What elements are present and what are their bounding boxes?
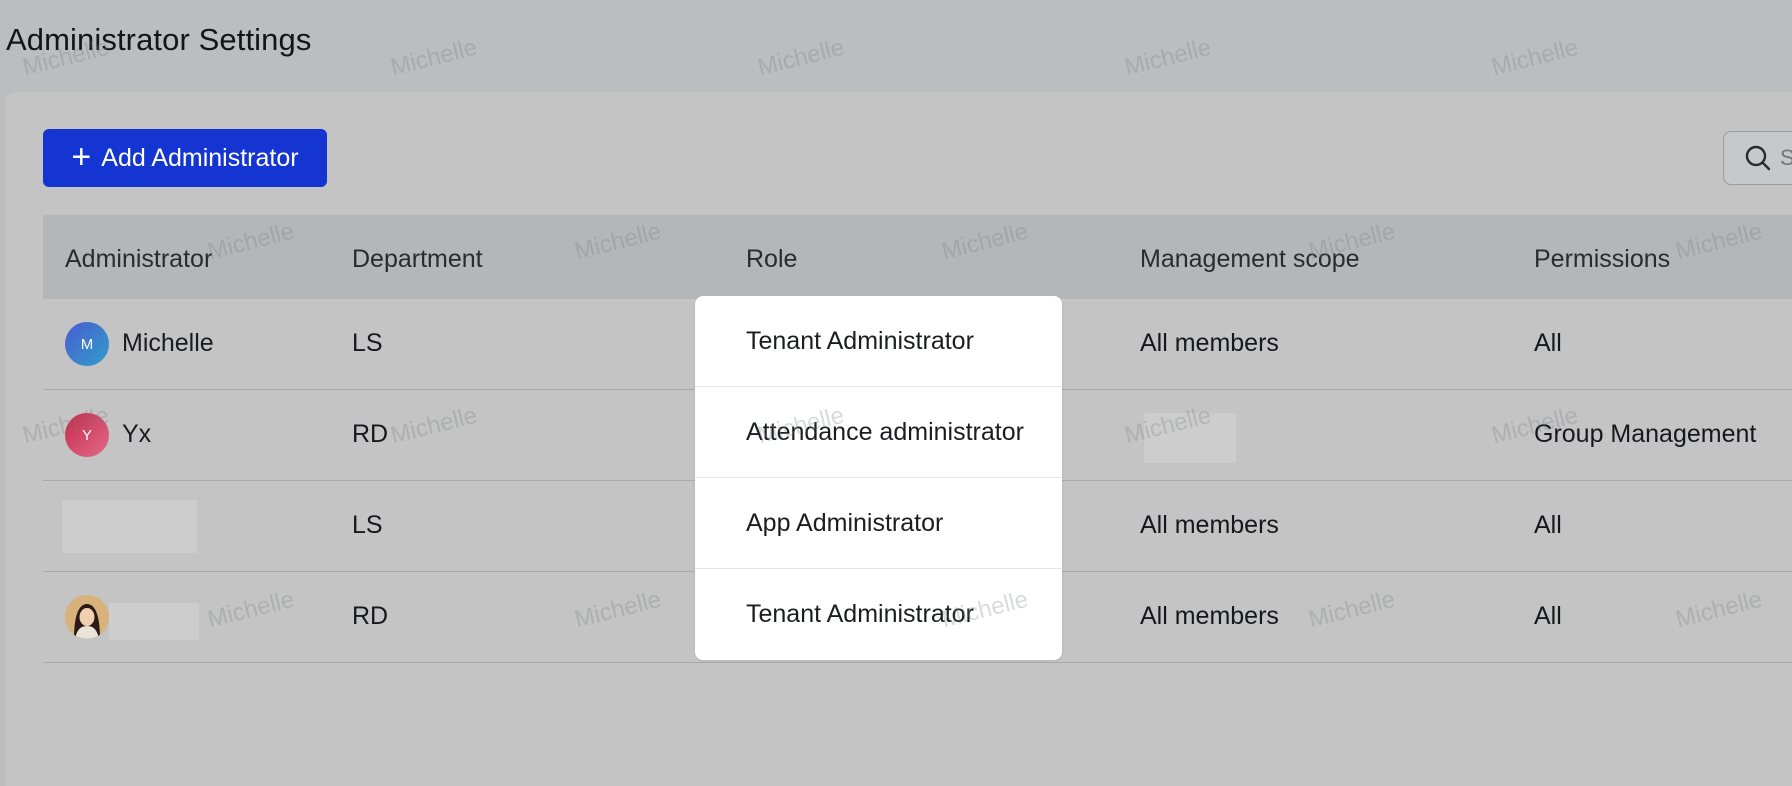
role-label: Attendance administrator [746, 418, 1024, 446]
department-cell: LS [352, 511, 383, 539]
add-administrator-label: Add Administrator [101, 143, 299, 172]
plus-icon: + [71, 137, 92, 176]
role-column-highlight: Tenant Administrator Attendance administ… [695, 296, 1062, 660]
role-cell[interactable]: App Administrator [695, 478, 1062, 569]
redacted-administrator [62, 500, 197, 553]
permissions-cell: All [1534, 602, 1562, 630]
role-cell[interactable]: Tenant Administrator [695, 569, 1062, 659]
column-header-permissions[interactable]: Permissions [1534, 245, 1670, 274]
admin-name: Michelle [122, 329, 214, 357]
column-header-role[interactable]: Role [746, 245, 797, 274]
search-input[interactable] [1778, 144, 1792, 172]
watermark: Michelle [754, 33, 847, 82]
redacted-scope [1144, 413, 1236, 463]
role-label: Tenant Administrator [746, 600, 974, 628]
role-label: Tenant Administrator [746, 327, 974, 355]
user-photo-icon [65, 595, 109, 639]
admin-settings-page: Administrator Settings + Add Administrat… [0, 0, 1792, 786]
permissions-cell: All [1534, 511, 1562, 539]
column-header-management-scope[interactable]: Management scope [1140, 245, 1360, 274]
avatar [65, 595, 109, 639]
department-cell: RD [352, 602, 389, 630]
department-cell: RD [352, 420, 389, 448]
redacted-name [109, 603, 199, 640]
scope-cell: All members [1140, 329, 1279, 357]
search-icon [1745, 145, 1771, 171]
permissions-cell: All [1534, 329, 1562, 357]
role-cell[interactable]: Tenant Administrator [695, 296, 1062, 387]
scope-cell: All members [1140, 511, 1279, 539]
avatar: M [65, 322, 109, 366]
watermark: Michelle [387, 33, 480, 82]
watermark: Michelle [1121, 33, 1214, 82]
role-cell[interactable]: Attendance administrator [695, 387, 1062, 478]
role-label: App Administrator [746, 509, 944, 537]
watermark: Michelle [1488, 33, 1581, 82]
permissions-cell: Group Management [1534, 420, 1757, 448]
search-box[interactable] [1723, 131, 1792, 185]
page-title: Administrator Settings [6, 22, 312, 57]
add-administrator-button[interactable]: + Add Administrator [43, 129, 327, 187]
table-header: Administrator Department Role Management… [43, 215, 1792, 299]
admin-name: Yx [122, 420, 152, 448]
column-header-administrator[interactable]: Administrator [65, 245, 212, 274]
department-cell: LS [352, 329, 383, 357]
scope-cell: All members [1140, 602, 1279, 630]
column-header-department[interactable]: Department [352, 245, 483, 274]
avatar: Y [65, 413, 109, 457]
